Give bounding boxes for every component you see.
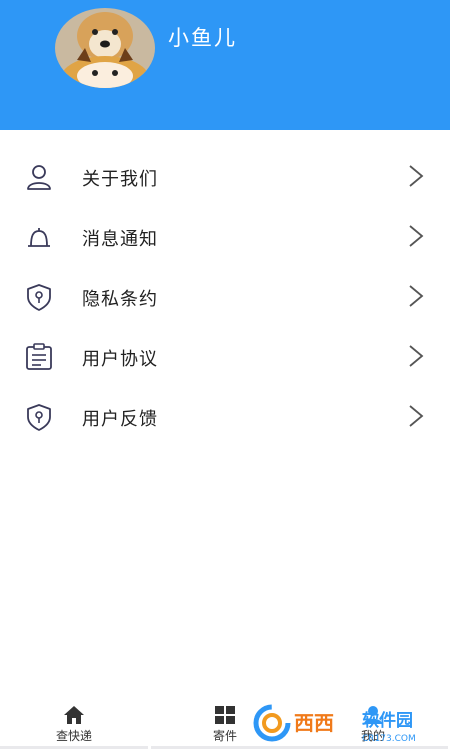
menu-item-feedback[interactable]: 用户反馈: [0, 388, 450, 448]
menu-item-label: 消息通知: [82, 229, 158, 250]
chevron-right-icon: [408, 284, 424, 308]
tab-track-package[interactable]: 查快递: [0, 700, 148, 749]
chevron-right-icon: [408, 404, 424, 428]
menu-item-label: 用户协议: [82, 349, 158, 370]
watermark-logo: 西西 软件园 CR173.COM: [250, 700, 450, 746]
svg-text:西西: 西西: [294, 711, 334, 735]
menu-list: 关于我们 消息通知 隐私条约 用户协议 用户反馈: [0, 148, 450, 448]
menu-item-label: 关于我们: [82, 169, 158, 190]
chevron-right-icon: [408, 164, 424, 188]
tab-label: 查快递: [55, 729, 92, 743]
menu-item-about-us[interactable]: 关于我们: [0, 148, 450, 208]
svg-text:CR173.COM: CR173.COM: [362, 734, 416, 744]
menu-item-privacy-policy[interactable]: 隐私条约: [0, 268, 450, 328]
clipboard-icon: [24, 342, 54, 372]
username: 小鱼儿: [168, 26, 237, 50]
chevron-right-icon: [408, 224, 424, 248]
shield-icon: [24, 402, 54, 432]
menu-item-notifications[interactable]: 消息通知: [0, 208, 450, 268]
profile-header: 小鱼儿: [0, 0, 450, 130]
menu-item-label: 用户反馈: [82, 409, 158, 430]
menu-item-label: 隐私条约: [82, 289, 158, 310]
home-icon: [63, 705, 85, 725]
bell-icon: [24, 222, 54, 252]
user-icon: [24, 162, 54, 192]
avatar[interactable]: [55, 8, 155, 88]
chevron-right-icon: [408, 344, 424, 368]
grid-icon: [214, 705, 236, 725]
shield-icon: [24, 282, 54, 312]
menu-item-user-agreement[interactable]: 用户协议: [0, 328, 450, 388]
svg-text:软件园: 软件园: [362, 710, 413, 731]
